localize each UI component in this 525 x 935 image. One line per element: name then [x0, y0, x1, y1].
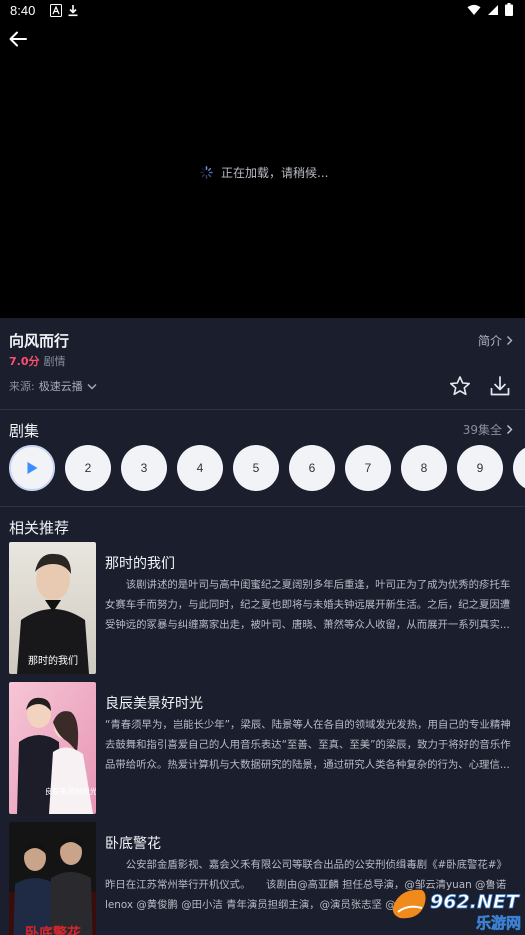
poster-text: 卧底警花: [25, 925, 81, 935]
back-arrow-icon[interactable]: [6, 28, 30, 50]
episode-button[interactable]: 9: [457, 445, 503, 491]
intro-label: 简介: [477, 334, 502, 348]
source-selector[interactable]: 来源: 极速云播: [9, 378, 97, 394]
recommend-title: 卧底警花: [105, 836, 161, 852]
video-info-section: 向风而行 简介 7.0分 剧情 来源: 极速云播: [0, 318, 525, 410]
status-time: 8:40: [10, 3, 36, 18]
intro-link[interactable]: 简介: [478, 332, 513, 349]
play-icon: [27, 462, 38, 474]
episode-current-button[interactable]: [9, 445, 55, 491]
recommend-title: 那时的我们: [105, 556, 175, 572]
wifi-icon: [467, 4, 481, 15]
site-watermark: 962.NET 乐游网: [388, 884, 522, 932]
watermark-site: 乐游网: [476, 914, 521, 932]
favorite-star-icon[interactable]: [449, 375, 471, 397]
watermark-brand: 962.NET: [430, 891, 521, 913]
episode-button-partial[interactable]: [513, 445, 525, 491]
recommend-desc: 该剧讲述的是叶司与高中闺蜜纪之夏阔别多年后重逢，叶司正为了成为优秀的疹托车女赛车…: [105, 579, 511, 631]
episode-button[interactable]: 6: [289, 445, 335, 491]
recommend-header: 相关推荐: [9, 519, 70, 537]
chevron-right-icon: [507, 336, 513, 345]
divider: [0, 409, 525, 410]
episodes-total-link[interactable]: 39集全: [463, 421, 513, 438]
episode-button[interactable]: 2: [65, 445, 111, 491]
recommend-title: 良辰美景好时光: [105, 696, 203, 712]
episode-button[interactable]: 3: [121, 445, 167, 491]
chevron-down-icon: [87, 383, 97, 389]
episode-list[interactable]: 2 3 4 5 6 7 8 9: [9, 445, 525, 493]
poster-image[interactable]: 卧底警花: [9, 822, 96, 935]
app-notification-icon: [50, 4, 62, 17]
video-title: 向风而行: [9, 332, 70, 350]
download-icon[interactable]: [489, 375, 511, 397]
poster-image[interactable]: 那时的我们: [9, 542, 96, 674]
battery-icon: [505, 3, 513, 16]
episode-button[interactable]: 7: [345, 445, 391, 491]
recommend-item[interactable]: 良辰美景好时光 良辰美景好时光 “青春须早为，岂能长少年”，梁辰、陆景等人在各自…: [9, 682, 515, 814]
genre-label: 剧情: [43, 355, 66, 368]
signal-icon: [488, 4, 498, 15]
loading-text: 正在加载，请稍候...: [221, 166, 329, 180]
spinner-icon: [200, 166, 213, 179]
loading-indicator: 正在加载，请稍候...: [200, 164, 328, 181]
poster-text: 那时的我们: [28, 654, 78, 667]
poster-text: 良辰美景好时光: [45, 786, 96, 796]
episode-button[interactable]: 5: [233, 445, 279, 491]
source-label: 来源:: [9, 380, 35, 393]
episode-button[interactable]: 8: [401, 445, 447, 491]
recommend-item[interactable]: 那时的我们 那时的我们 该剧讲述的是叶司与高中闺蜜纪之夏阔别多年后重逢，叶司正为…: [9, 542, 515, 674]
poster-image[interactable]: 良辰美景好时光: [9, 682, 96, 814]
episode-button[interactable]: 4: [177, 445, 223, 491]
source-value: 极速云播: [38, 380, 83, 393]
download-notification-icon: [68, 5, 78, 17]
status-bar: 8:40: [0, 0, 525, 22]
rating-line: 7.0分 剧情: [9, 353, 66, 369]
score-value: 7.0分: [9, 355, 40, 368]
episodes-total: 39集全: [462, 423, 502, 437]
recommend-desc: “青春须早为，岂能长少年”，梁辰、陆景等人在各自的领域发光发热，用自己的专业精神…: [105, 719, 511, 771]
divider: [0, 506, 525, 507]
chevron-right-icon: [507, 425, 513, 434]
video-player[interactable]: 正在加载，请稍候...: [0, 22, 525, 318]
episodes-header: 剧集: [9, 422, 40, 440]
